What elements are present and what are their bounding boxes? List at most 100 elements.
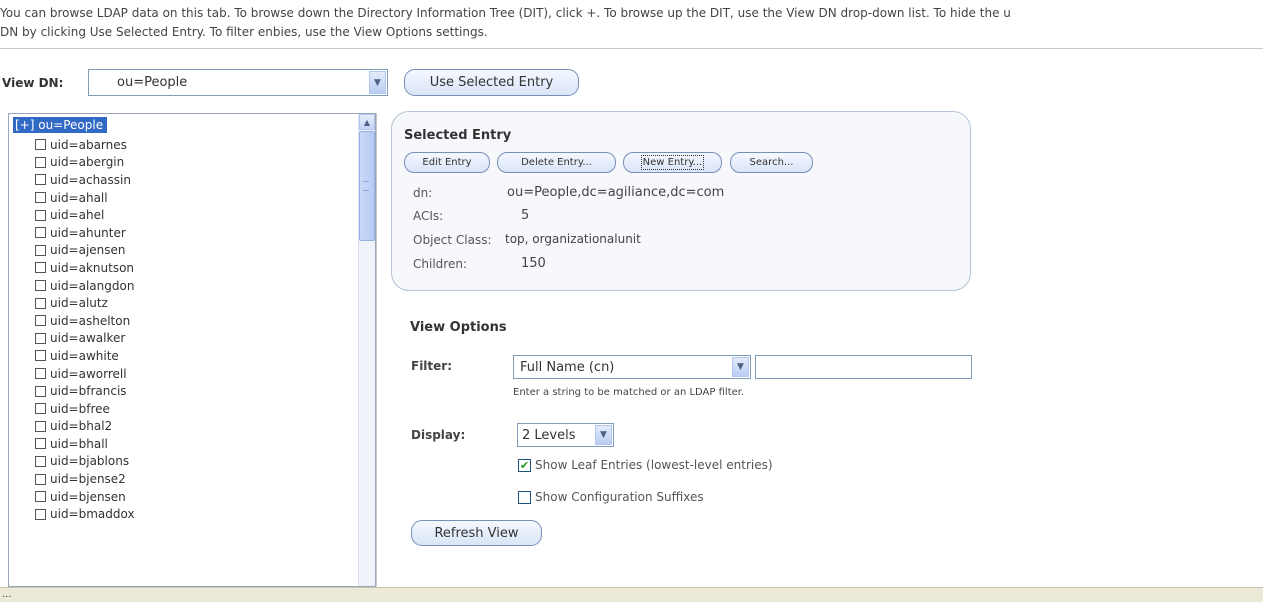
tree-item[interactable]: uid=awhite xyxy=(35,347,135,365)
tree-item[interactable]: uid=aworrell xyxy=(35,365,135,383)
acis-value: 5 xyxy=(521,208,530,223)
tree-item[interactable]: uid=abergin xyxy=(35,154,135,172)
tree-item-label: uid=ahel xyxy=(50,208,105,223)
refresh-view-button[interactable]: Refresh View xyxy=(411,520,542,546)
tree-item[interactable]: uid=achassin xyxy=(35,171,135,189)
selected-entry-title: Selected Entry xyxy=(404,128,512,143)
expand-box-icon[interactable] xyxy=(35,315,46,327)
expand-box-icon[interactable] xyxy=(35,455,46,467)
intro-line-1: You can browse LDAP data on this tab. To… xyxy=(0,6,1011,20)
expand-box-icon[interactable] xyxy=(35,297,46,309)
tree-item[interactable]: uid=ahel xyxy=(35,206,135,224)
tree-item[interactable]: uid=bjablons xyxy=(35,453,135,471)
tree-item-label: uid=abarnes xyxy=(50,137,127,152)
view-dn-select[interactable]: ou=People ▼ xyxy=(88,69,388,96)
tree-item-label: uid=awalker xyxy=(50,331,126,346)
tree-item-label: uid=bhall xyxy=(50,436,108,451)
tree-item-label: uid=bmaddox xyxy=(50,507,135,522)
expand-box-icon[interactable] xyxy=(35,139,46,151)
expand-box-icon[interactable] xyxy=(35,508,46,520)
expand-box-icon[interactable] xyxy=(35,420,46,432)
tree-item[interactable]: uid=bmaddox xyxy=(35,505,135,523)
header-divider xyxy=(0,48,1263,49)
tree-item[interactable]: uid=ahall xyxy=(35,189,135,207)
filter-hint: Enter a string to be matched or an LDAP … xyxy=(513,387,745,398)
panel-divider xyxy=(376,113,377,587)
scrollbar-grip xyxy=(363,181,369,191)
display-levels-select[interactable]: 2 Levels ▼ xyxy=(517,423,614,447)
expand-box-icon[interactable] xyxy=(35,385,46,397)
tree-item-label: uid=aworrell xyxy=(50,366,127,381)
expand-box-icon[interactable] xyxy=(35,403,46,415)
object-class-key: Object Class: xyxy=(413,233,492,247)
tree-item[interactable]: uid=awalker xyxy=(35,330,135,348)
tree-item-label: uid=alutz xyxy=(50,296,108,311)
tree-item-label: uid=alangdon xyxy=(50,278,135,293)
edit-entry-button[interactable]: Edit Entry xyxy=(404,152,490,173)
tree-item[interactable]: uid=bhal2 xyxy=(35,418,135,436)
tree-item[interactable]: uid=bhall xyxy=(35,435,135,453)
filter-type-value: Full Name (cn) xyxy=(520,359,615,375)
dn-key: dn: xyxy=(413,186,433,200)
tree-item[interactable]: uid=bjense2 xyxy=(35,470,135,488)
display-levels-value: 2 Levels xyxy=(522,427,576,443)
expand-box-icon[interactable] xyxy=(35,368,46,380)
expand-box-icon[interactable] xyxy=(35,209,46,221)
view-options-title: View Options xyxy=(410,320,507,335)
new-entry-button[interactable]: New Entry... xyxy=(623,152,722,173)
filter-input[interactable] xyxy=(755,355,972,379)
expand-box-icon[interactable] xyxy=(35,350,46,362)
chevron-down-icon[interactable]: ▼ xyxy=(369,71,386,94)
expand-box-icon[interactable] xyxy=(35,262,46,274)
expand-box-icon[interactable] xyxy=(35,174,46,186)
show-leaf-entries-checkbox[interactable]: ✔ xyxy=(518,458,531,472)
scroll-up-arrow-icon[interactable]: ▲ xyxy=(359,114,375,130)
chevron-down-icon[interactable]: ▼ xyxy=(595,425,612,445)
tree-item[interactable]: uid=aknutson xyxy=(35,259,135,277)
tree-item[interactable]: uid=alangdon xyxy=(35,277,135,295)
tree-item[interactable]: uid=ahunter xyxy=(35,224,135,242)
expand-box-icon[interactable] xyxy=(35,227,46,239)
expand-box-icon[interactable] xyxy=(35,332,46,344)
expand-box-icon[interactable] xyxy=(35,156,46,168)
expand-box-icon[interactable] xyxy=(35,192,46,204)
chevron-down-icon[interactable]: ▼ xyxy=(732,357,749,377)
tree-item[interactable]: uid=ashelton xyxy=(35,312,135,330)
tree-item-list: uid=abarnes uid=abergin uid=achassin uid=ah… xyxy=(35,136,135,523)
tree-item-label: uid=abergin xyxy=(50,155,125,170)
tree-item[interactable]: uid=bjensen xyxy=(35,488,135,506)
intro-line-2: DN by clicking Use Selected Entry. To fi… xyxy=(0,25,488,39)
tree-item[interactable]: uid=ajensen xyxy=(35,242,135,260)
tree-item-label: uid=ahall xyxy=(50,190,108,205)
show-config-suffixes-checkbox[interactable] xyxy=(518,490,531,504)
tree-item[interactable]: uid=alutz xyxy=(35,294,135,312)
expand-box-icon[interactable] xyxy=(35,244,46,256)
tree-item[interactable]: uid=bfree xyxy=(35,400,135,418)
tree-item-label: uid=aknutson xyxy=(50,260,135,275)
show-leaf-entries-row[interactable]: ✔ Show Leaf Entries (lowest-level entrie… xyxy=(518,458,773,472)
tree-scrollbar[interactable]: ▲ xyxy=(358,114,375,586)
children-key: Children: xyxy=(413,257,467,271)
children-value: 150 xyxy=(521,256,546,271)
tree-item-label: uid=awhite xyxy=(50,348,119,363)
tree-root-node[interactable]: [+] ou=People xyxy=(13,117,108,133)
filter-type-select[interactable]: Full Name (cn) ▼ xyxy=(513,355,751,379)
tree-item[interactable]: uid=bfrancis xyxy=(35,382,135,400)
view-dn-value: ou=People xyxy=(117,75,188,90)
search-button[interactable]: Search... xyxy=(730,152,813,173)
view-dn-label: View DN: xyxy=(2,76,64,90)
object-class-value: top, organizationalunit xyxy=(505,232,641,246)
tree-item-label: uid=ashelton xyxy=(50,313,131,328)
dit-tree-panel[interactable]: [+] ou=People uid=abarnes uid=abergin uid=… xyxy=(8,113,376,587)
expand-box-icon[interactable] xyxy=(35,491,46,503)
expand-box-icon[interactable] xyxy=(35,473,46,485)
expand-box-icon[interactable] xyxy=(35,438,46,450)
delete-entry-button[interactable]: Delete Entry... xyxy=(497,152,616,173)
show-config-suffixes-row[interactable]: Show Configuration Suffixes xyxy=(518,490,704,504)
dn-value: ou=People,dc=agiliance,dc=com xyxy=(507,185,725,200)
filter-label: Filter: xyxy=(411,359,453,373)
expand-box-icon[interactable] xyxy=(35,280,46,292)
tree-item-label: uid=bfrancis xyxy=(50,384,127,399)
tree-item[interactable]: uid=abarnes xyxy=(35,136,135,154)
use-selected-entry-button[interactable]: Use Selected Entry xyxy=(404,69,579,96)
